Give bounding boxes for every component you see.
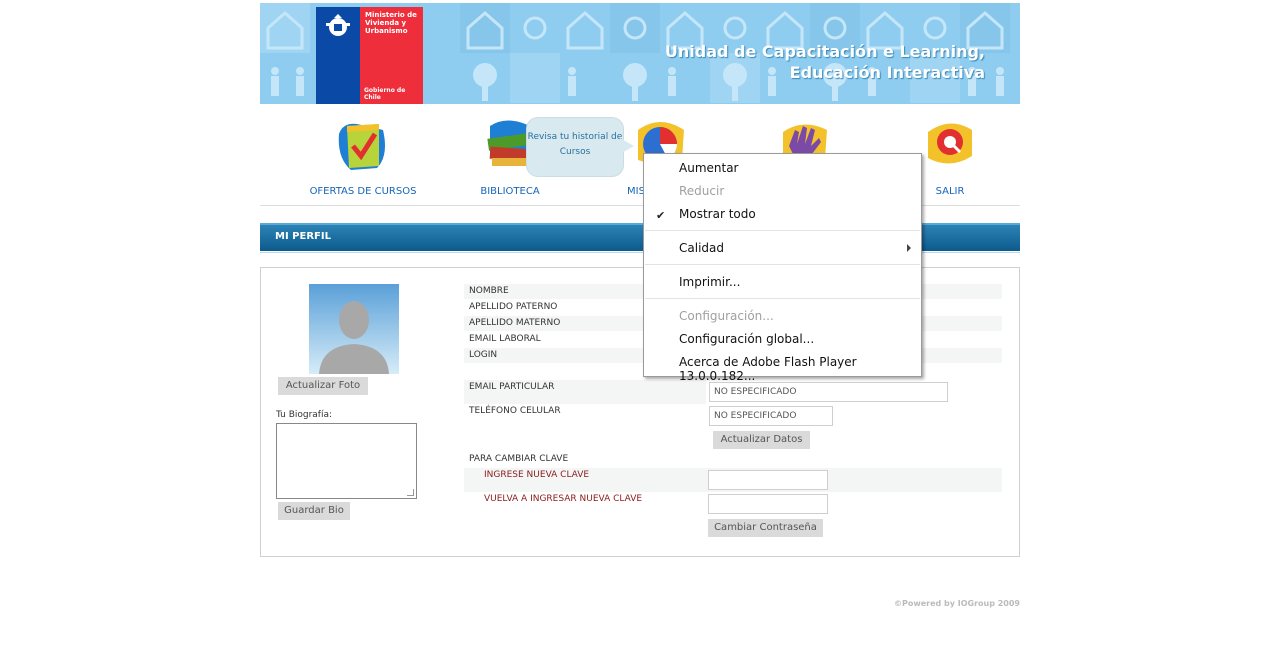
tooltip-tail — [620, 138, 634, 154]
banner-title: Unidad de Capacitación e Learning, Educa… — [665, 41, 985, 83]
menu-separator — [645, 298, 920, 299]
menu-item-reducir: Reducir — [679, 184, 725, 198]
check-icon: ✔ — [656, 209, 666, 222]
menu-item-aumentar[interactable]: Aumentar — [679, 161, 738, 175]
telefono-celular-field[interactable]: NO ESPECIFICADO — [709, 406, 833, 426]
bio-textarea[interactable] — [276, 423, 417, 499]
menu-item-mostrar-todo[interactable]: Mostrar todo — [679, 207, 756, 221]
nav-label: BIBLIOTECA — [480, 186, 540, 197]
menu-item-acerca-de-flash[interactable]: Acerca de Adobe Flash Player 13.0.0.182.… — [679, 355, 921, 383]
label-email-particular: EMAIL PARTICULAR — [469, 382, 555, 392]
banner-title-line1: Unidad de Capacitación e Learning, — [664, 42, 985, 61]
update-photo-button[interactable]: Actualizar Foto — [278, 377, 368, 395]
label-nombre: NOMBRE — [469, 286, 509, 296]
change-password-button[interactable]: Cambiar Contraseña — [708, 519, 823, 537]
tooltip-text: Revisa tu historial de Cursos — [527, 132, 623, 157]
label-apellido-paterno: APELLIDO PATERNO — [469, 302, 558, 312]
logo-blue-block — [316, 7, 360, 104]
submenu-arrow-icon — [907, 244, 911, 252]
menu-separator — [645, 264, 920, 265]
update-data-button[interactable]: Actualizar Datos — [713, 431, 810, 449]
label-new-password: INGRESE NUEVA CLAVE — [484, 470, 590, 480]
exit-icon — [928, 123, 972, 164]
avatar-silhouette-icon — [319, 301, 389, 374]
menu-item-configuracion-global[interactable]: Configuración global... — [679, 332, 814, 346]
section-title: MI PERFIL — [275, 231, 331, 242]
nav-ofertas-de-cursos[interactable]: OFERTAS DE CURSOS — [303, 112, 423, 204]
email-particular-field[interactable]: NO ESPECIFICADO — [709, 382, 948, 402]
label-repeat-password: VUELVA A INGRESAR NUEVA CLAVE — [484, 494, 643, 504]
label-apellido-materno: APELLIDO MATERNO — [469, 318, 561, 328]
tooltip-historial: Revisa tu historial de Cursos — [526, 117, 624, 177]
nav-salir[interactable]: SALIR — [920, 112, 980, 204]
save-bio-button[interactable]: Guardar Bio — [278, 502, 350, 520]
menu-item-imprimir[interactable]: Imprimir... — [679, 275, 740, 289]
repeat-password-field[interactable] — [708, 494, 828, 514]
label-telefono-celular: TELÉFONO CELULAR — [469, 406, 561, 416]
nav-label: SALIR — [935, 186, 965, 197]
bio-label: Tu Biografía: — [276, 410, 333, 420]
flash-context-menu: Aumentar Reducir ✔ Mostrar todo Calidad … — [643, 153, 922, 383]
ministry-logo: Ministerio de Vivienda y Urbanismo Gobie… — [360, 7, 423, 104]
government-name: Gobierno de Chile — [364, 87, 406, 101]
menu-item-configuracion: Configuración... — [679, 309, 774, 323]
nav-label: OFERTAS DE CURSOS — [309, 186, 417, 197]
resize-grip-icon[interactable] — [407, 489, 414, 496]
banner-title-line2: Educación Interactiva — [789, 63, 985, 82]
label-login: LOGIN — [469, 350, 498, 360]
change-password-title: PARA CAMBIAR CLAVE — [469, 454, 569, 464]
ministry-name: Ministerio de Vivienda y Urbanismo — [365, 11, 417, 35]
new-password-field[interactable] — [708, 470, 828, 490]
footer-credit: ©Powered by IOGroup 2009 — [893, 599, 1020, 608]
menu-separator — [645, 230, 920, 231]
notepad-check-icon — [338, 123, 385, 170]
label-email-laboral: EMAIL LABORAL — [469, 334, 541, 344]
profile-photo — [309, 284, 399, 374]
menu-item-calidad[interactable]: Calidad — [679, 241, 724, 255]
coat-of-arms-icon — [326, 14, 350, 36]
